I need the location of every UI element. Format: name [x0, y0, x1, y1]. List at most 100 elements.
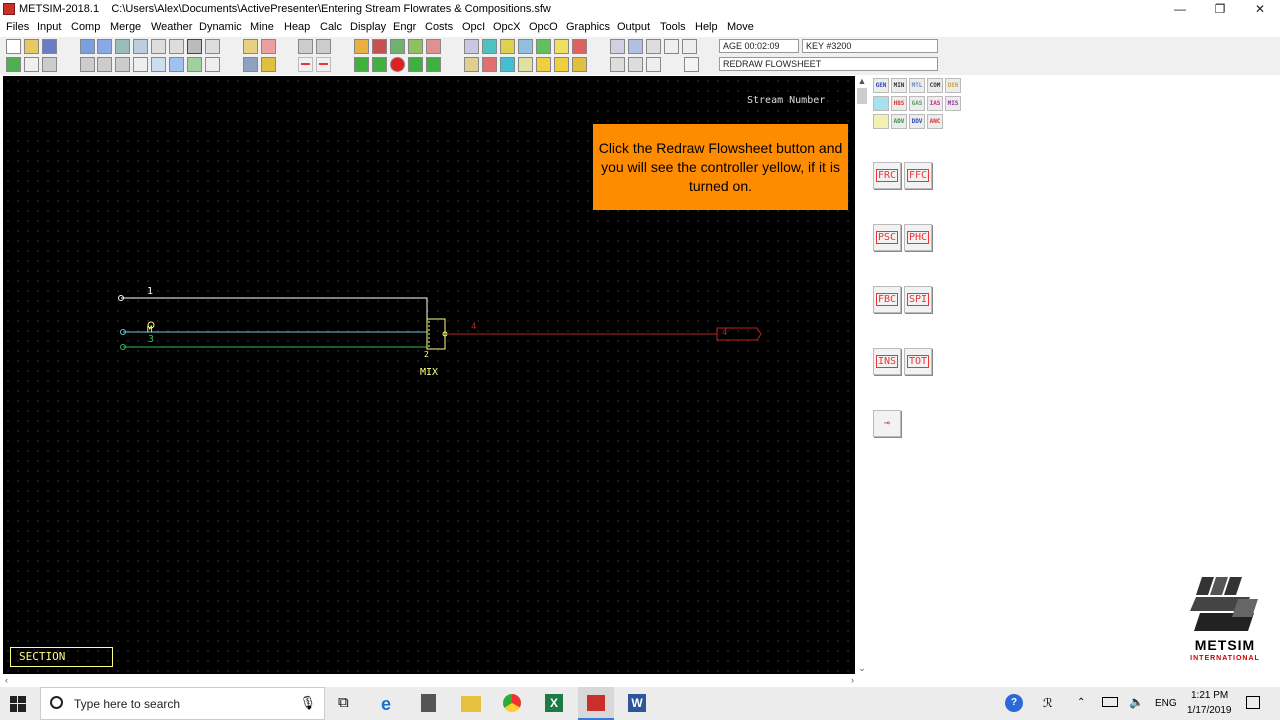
- dryer-icon[interactable]: [536, 57, 551, 72]
- magnify-icon[interactable]: [205, 39, 220, 54]
- menu-files[interactable]: Files: [6, 21, 29, 33]
- fbc-controller-button[interactable]: FBC: [873, 286, 901, 313]
- palette-adv[interactable]: ADV: [891, 114, 907, 129]
- menu-opci[interactable]: OpcI: [462, 21, 485, 33]
- valve-controller-button[interactable]: ⊸: [873, 410, 901, 437]
- volume-icon[interactable]: 🔈: [1129, 695, 1144, 709]
- palette-ddv[interactable]: DDV: [909, 114, 925, 129]
- ins-controller-button[interactable]: INS: [873, 348, 901, 375]
- pen-icon[interactable]: [354, 39, 369, 54]
- move-icon[interactable]: [610, 39, 625, 54]
- device-icon[interactable]: [372, 57, 387, 72]
- scroll-up-icon[interactable]: ▲: [856, 76, 868, 86]
- controller-icon[interactable]: [354, 57, 369, 72]
- bracket-icon[interactable]: [682, 39, 697, 54]
- palette-ias[interactable]: IAS: [927, 96, 943, 111]
- minimize-button[interactable]: —: [1160, 0, 1200, 19]
- clock-time[interactable]: 1:21 PM: [1191, 690, 1228, 701]
- phc-controller-button[interactable]: PHC: [904, 224, 932, 251]
- recycle-icon[interactable]: [151, 57, 166, 72]
- menu-move[interactable]: Move: [727, 21, 754, 33]
- palette-anc[interactable]: ANC: [927, 114, 943, 129]
- tot-controller-button[interactable]: TOT: [904, 348, 932, 375]
- menu-opcx[interactable]: OpcX: [493, 21, 521, 33]
- menu-display[interactable]: Display: [350, 21, 386, 33]
- palette-gen[interactable]: GEN: [873, 78, 889, 93]
- stop-icon[interactable]: [390, 57, 405, 72]
- diagram-icon[interactable]: [187, 57, 202, 72]
- palette-com[interactable]: COM: [927, 78, 943, 93]
- menu-calc[interactable]: Calc: [320, 21, 342, 33]
- menu-mine[interactable]: Mine: [250, 21, 274, 33]
- menu-merge[interactable]: Merge: [110, 21, 141, 33]
- notes-icon[interactable]: [261, 57, 276, 72]
- windows-start-icon[interactable]: [10, 696, 26, 712]
- person-icon[interactable]: [243, 57, 258, 72]
- delete-icon[interactable]: [133, 57, 148, 72]
- palette-gas[interactable]: GAS: [909, 96, 925, 111]
- word-icon[interactable]: W: [628, 694, 646, 712]
- forward-arrow-icon[interactable]: [316, 57, 331, 72]
- palette-min[interactable]: MIN: [891, 78, 907, 93]
- chart-icon[interactable]: [115, 57, 130, 72]
- cancel-icon[interactable]: [684, 57, 699, 72]
- battery-icon[interactable]: [1102, 697, 1118, 707]
- psc-controller-button[interactable]: PSC: [873, 224, 901, 251]
- new-file-icon[interactable]: [6, 39, 21, 54]
- scroll-thumb[interactable]: [857, 88, 867, 104]
- scale-icon[interactable]: [464, 57, 479, 72]
- vertical-scrollbar[interactable]: ▲ ⌄: [856, 76, 868, 674]
- conveyor-icon[interactable]: [426, 39, 441, 54]
- font-icon[interactable]: [205, 57, 220, 72]
- kiln-icon[interactable]: [554, 57, 569, 72]
- help-tray-icon[interactable]: ?: [1005, 694, 1023, 712]
- palette-mis[interactable]: MIS: [945, 96, 961, 111]
- table-icon[interactable]: [80, 57, 95, 72]
- scroll-down-icon[interactable]: ⌄: [856, 663, 868, 674]
- close-button[interactable]: ✕: [1240, 0, 1280, 19]
- redraw-flowsheet-button[interactable]: [187, 39, 202, 54]
- arrow-tool-icon[interactable]: [169, 39, 184, 54]
- flotation-icon[interactable]: [482, 39, 497, 54]
- properties-icon[interactable]: [610, 57, 625, 72]
- scroll-left-icon[interactable]: ‹: [5, 675, 8, 685]
- help-icon[interactable]: [646, 57, 661, 72]
- back-arrow-icon[interactable]: [298, 57, 313, 72]
- palette-den[interactable]: DEN: [945, 78, 961, 93]
- menu-output[interactable]: Output: [617, 21, 650, 33]
- zoom-box-icon[interactable]: [133, 39, 148, 54]
- list-icon[interactable]: [97, 57, 112, 72]
- bin-icon[interactable]: [572, 57, 587, 72]
- palette-blank-2[interactable]: [873, 114, 889, 129]
- notifications-icon[interactable]: [1246, 696, 1260, 709]
- ffc-controller-button[interactable]: FFC: [904, 162, 932, 189]
- alarm-icon[interactable]: [482, 57, 497, 72]
- pump-icon[interactable]: [408, 57, 423, 72]
- palette-mtl[interactable]: MTL: [909, 78, 925, 93]
- check-icon[interactable]: [24, 57, 39, 72]
- palette-blank[interactable]: [873, 96, 889, 111]
- menu-input[interactable]: Input: [37, 21, 61, 33]
- heap-icon[interactable]: [408, 39, 423, 54]
- menu-engr[interactable]: Engr: [393, 21, 416, 33]
- menu-costs[interactable]: Costs: [425, 21, 453, 33]
- valve-icon[interactable]: [646, 39, 661, 54]
- pile-icon[interactable]: [390, 39, 405, 54]
- select-tool-icon[interactable]: [80, 39, 95, 54]
- slash-icon[interactable]: [518, 57, 533, 72]
- pointer-icon[interactable]: [97, 39, 112, 54]
- run-icon[interactable]: [6, 57, 21, 72]
- refresh-icon[interactable]: [316, 39, 331, 54]
- menu-heap[interactable]: Heap: [284, 21, 310, 33]
- text-icon[interactable]: [572, 39, 587, 54]
- chrome-icon[interactable]: [503, 694, 521, 712]
- microphone-icon[interactable]: 🎙: [299, 695, 316, 711]
- edge-browser-icon[interactable]: e: [381, 694, 401, 714]
- metsim-taskbar-button[interactable]: [578, 687, 614, 720]
- menu-comp[interactable]: Comp: [71, 21, 100, 33]
- splitter-icon[interactable]: [464, 39, 479, 54]
- lock-icon[interactable]: [628, 57, 643, 72]
- menu-tools[interactable]: Tools: [660, 21, 686, 33]
- file-explorer-icon[interactable]: [461, 696, 481, 712]
- thickener-icon[interactable]: [500, 39, 515, 54]
